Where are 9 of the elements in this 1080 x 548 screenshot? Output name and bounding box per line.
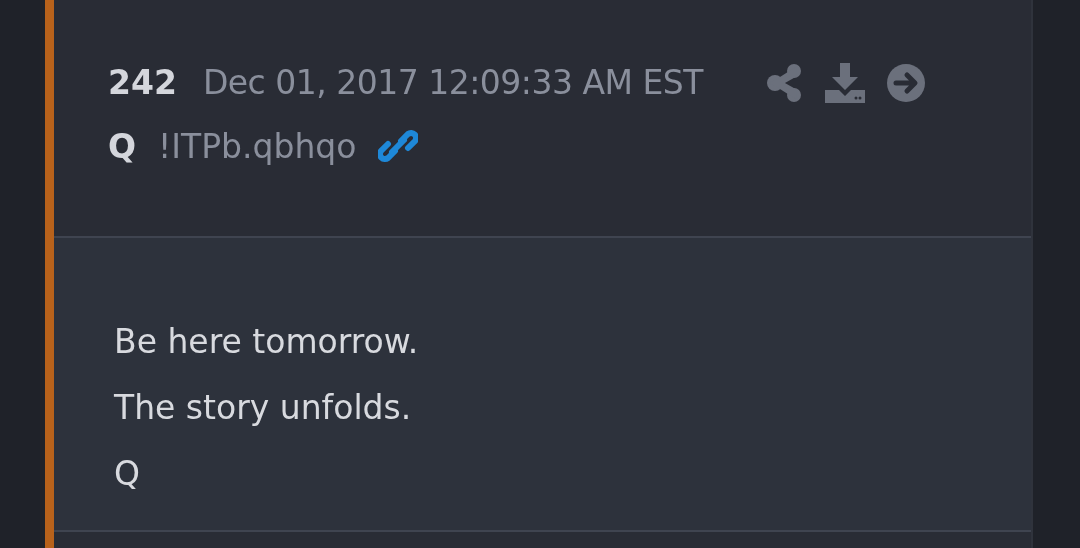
post-text-line: The story unfolds. (114, 387, 412, 429)
post-number: 242 (108, 62, 177, 104)
download-icon[interactable] (824, 62, 865, 103)
author-name: Q (108, 125, 137, 168)
timestamp: Dec 01, 2017 12:09:33 AM EST (202, 62, 703, 104)
tripcode: !ITPb.qbhqo (158, 125, 357, 168)
post-text-line: Q (114, 453, 140, 495)
share-icon[interactable] (766, 63, 803, 102)
post-text-line: Be here tomorrow. (114, 321, 419, 363)
